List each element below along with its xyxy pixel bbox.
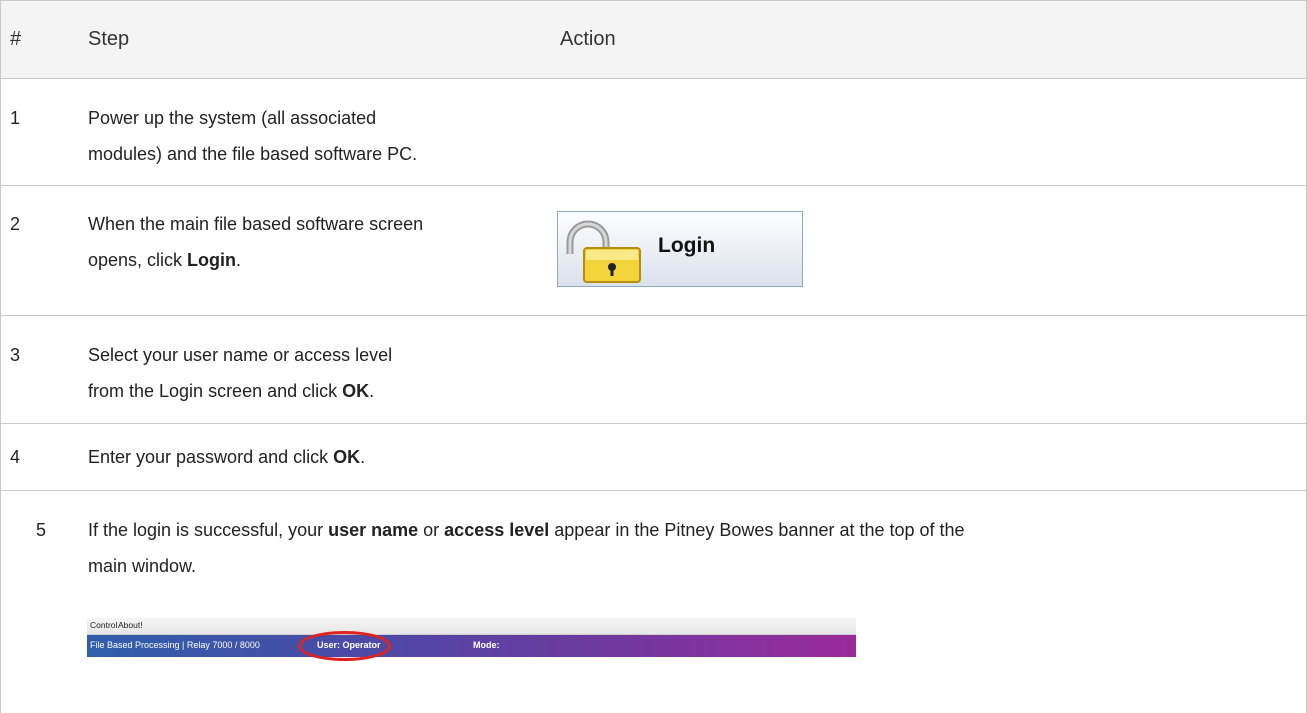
row-divider [0,423,1307,424]
banner-title: File Based Processing | Relay 7000 / 800… [90,640,260,650]
login-button-label: Login [658,234,716,257]
steps-table: # Step Action 1 Power up the system (all… [0,0,1307,713]
step-number: 1 [10,108,21,128]
step-text-line: Power up the system (all associated [88,108,377,128]
table-header [0,0,1307,78]
menu-bar: Control About! [87,618,856,635]
step-text: appear in the Pitney Bowes banner at the… [549,520,965,540]
step-text-line: Select your user name or access level [88,345,393,365]
step-text: . [360,447,366,467]
step-number: 4 [10,447,21,467]
ok-term: OK [333,447,361,467]
login-button-image: Login [557,211,803,287]
step-number: 5 [36,520,47,540]
user-highlight-ellipse [298,631,391,661]
step-text-line: Enter your password and click OK. [88,442,365,472]
step-number: 3 [10,345,21,365]
step-text: If the login is successful, your [88,520,329,540]
user-name-term: user name [328,520,419,540]
header-action: Action [560,28,616,50]
banner-screenshot: Control About! File Based Processing | R… [87,618,856,670]
step-text: Enter your password and click [88,447,334,467]
table-border-top [0,0,1307,1]
step-text: from the Login screen and click [88,381,343,401]
header-number: # [10,28,22,50]
step-text: opens, click [88,250,188,270]
pitney-bowes-banner: File Based Processing | Relay 7000 / 800… [87,635,856,657]
row-divider [0,185,1307,186]
table-border-left [0,0,1,713]
step-text-line: from the Login screen and click OK. [88,376,374,406]
step-text-line: If the login is successful, your user na… [88,515,965,545]
access-level-term: access level [444,520,550,540]
header-step: Step [88,28,130,50]
step-text-line: modules) and the file based software PC. [88,144,418,164]
ok-term: OK [342,381,370,401]
menu-item-control: Control [90,620,118,630]
step-text-line: main window. [88,556,197,576]
step-text: or [418,520,445,540]
row-divider [0,490,1307,491]
step-number: 2 [10,214,21,234]
step-text-line: When the main file based software screen [88,214,424,234]
login-term: Login [187,250,237,270]
row-divider [0,315,1307,316]
banner-mode: Mode: [473,640,500,650]
step-text: . [236,250,242,270]
menu-item-about: About! [118,620,143,630]
step-text: . [369,381,375,401]
step-text-line: opens, click Login. [88,245,241,275]
padlock-icon [566,220,641,283]
row-divider [0,78,1307,79]
